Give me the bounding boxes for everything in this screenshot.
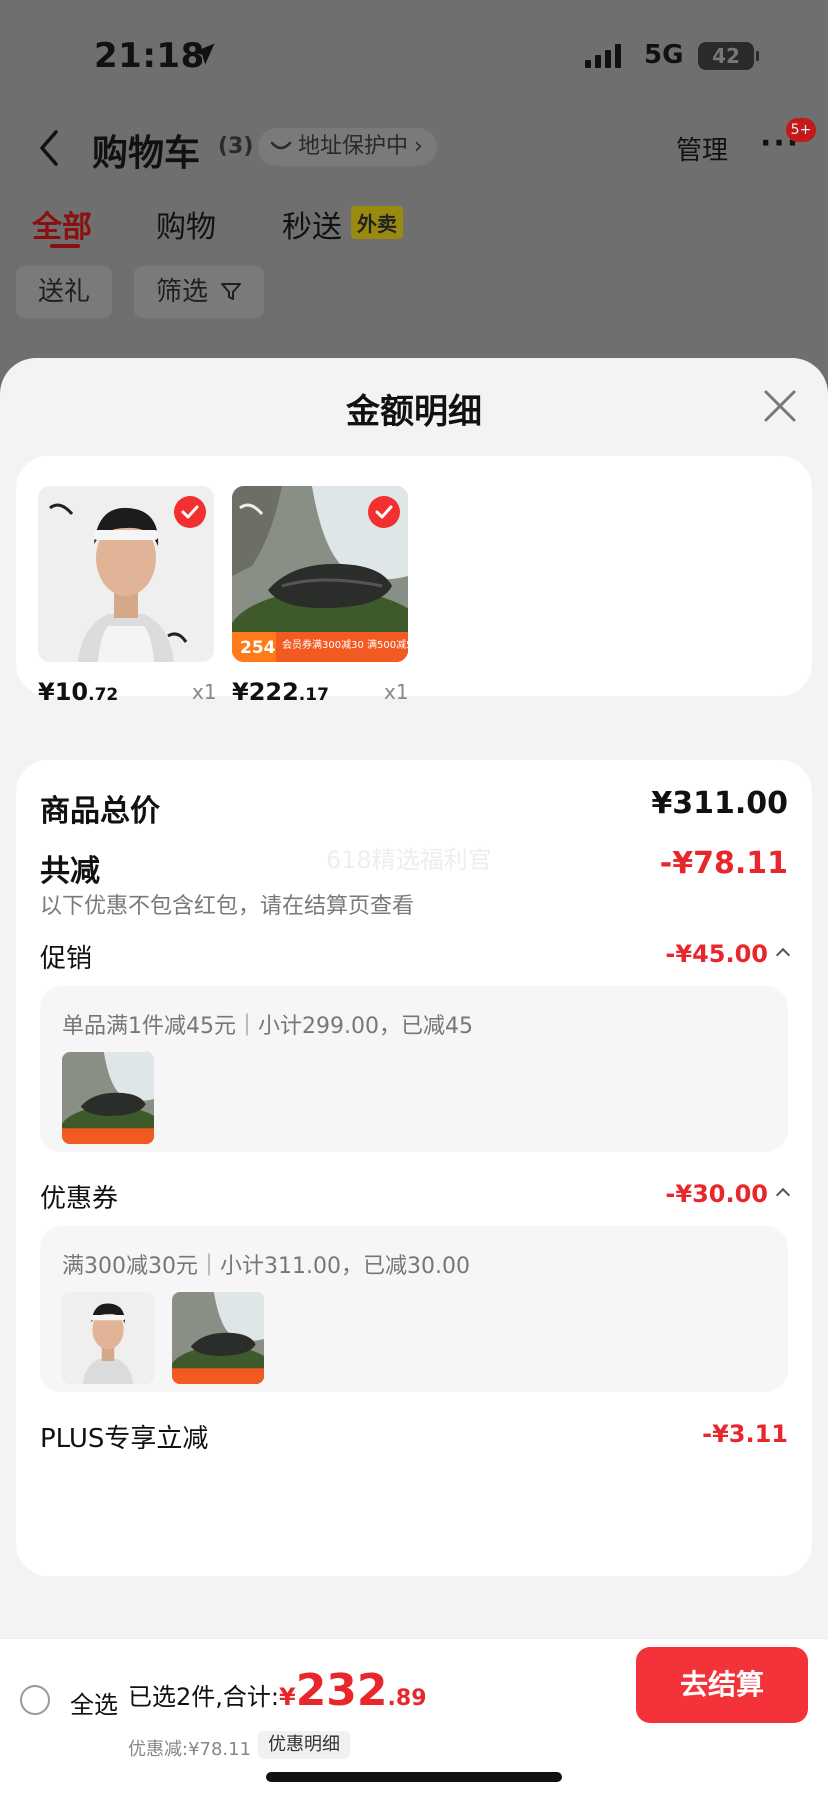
page-title: 购物车 — [92, 133, 201, 174]
plus-discount-value: -¥3.11 — [702, 1420, 788, 1448]
checkout-bar: 全选 已选2件,合计:¥232.89 优惠减:¥78.11 优惠明细 去结算 — [0, 1638, 828, 1795]
total-price-label: 商品总价 — [40, 794, 160, 829]
address-protection-label: 地址保护中 — [298, 134, 409, 159]
active-tab-indicator — [50, 244, 80, 248]
selected-check-icon — [368, 496, 400, 528]
filter-label: 筛选 — [156, 277, 209, 307]
watermark-text: 618精选福利官 — [326, 846, 492, 874]
cart-page-background: 21:18 5G 42 购物车 (3) 地址保护中 › 管理 ··· 5+ 全部… — [0, 0, 828, 380]
coupon-description: 满300减30元｜小计311.00，已减30.00 — [62, 1254, 470, 1279]
promotion-detail-box: 单品满1件减45元｜小计299.00，已减45 — [40, 986, 788, 1152]
promo-text: 会员券满300减30 满500减50 — [282, 640, 408, 651]
coupon-label: 优惠券 — [40, 1184, 119, 1214]
shoe-product-image[interactable]: 254 会员券满300减30 满500减50 — [232, 486, 408, 662]
cart-header: 购物车 (3) 地址保护中 › 管理 ··· 5+ — [0, 118, 828, 178]
funnel-icon — [221, 283, 242, 300]
promotion-description: 单品满1件减45元｜小计299.00，已减45 — [62, 1014, 473, 1039]
selected-items-card: ¥10.72 x1 254 会员券满300减30 满500减50 ¥222.17… — [16, 456, 812, 706]
home-indicator — [266, 1772, 562, 1782]
coupon-value: -¥30.00 — [665, 1180, 768, 1208]
smile-icon — [270, 141, 292, 150]
selected-check-icon — [174, 496, 206, 528]
status-bar: 21:18 5G 42 — [0, 36, 828, 76]
chevron-up-icon — [775, 1187, 791, 1203]
notification-badge: 5+ — [786, 118, 816, 142]
price-breakdown-card: 618精选福利官 商品总价 ¥311.00 共减 -¥78.11 以下优惠不包含… — [16, 760, 812, 1576]
plus-discount-label: PLUS专享立减 — [40, 1424, 209, 1454]
cellular-signal-icon — [585, 44, 621, 68]
reduction-note: 以下优惠不包含红包，请在结算页查看 — [40, 894, 415, 919]
selection-summary: 已选2件,合计:¥232.89 — [128, 1665, 427, 1716]
shoe-thumbnail — [62, 1052, 154, 1144]
promo-price-tag: 254 — [240, 638, 276, 658]
select-all-label[interactable]: 全选 — [70, 1685, 118, 1720]
tab-shopping[interactable]: 购物 — [156, 202, 216, 246]
address-protection-chip[interactable]: 地址保护中 › — [258, 128, 437, 166]
saved-amount: 优惠减:¥78.11 — [128, 1739, 252, 1760]
reduction-label: 共减 — [40, 854, 100, 889]
location-arrow-icon — [190, 40, 218, 72]
back-icon[interactable] — [34, 128, 64, 168]
tab-all[interactable]: 全部 — [32, 202, 92, 246]
promotion-label: 促销 — [40, 944, 93, 974]
cart-tabs: 全部 购物 秒送 外卖 — [0, 200, 828, 250]
manage-button[interactable]: 管理 — [676, 130, 728, 167]
summary-prefix: 已选2件,合计: — [128, 1683, 279, 1711]
discount-detail-button[interactable]: 优惠明细 — [258, 1731, 350, 1759]
filter-chip[interactable]: 筛选 — [134, 266, 265, 318]
promotion-value: -¥45.00 — [665, 940, 768, 968]
network-type: 5G — [644, 40, 684, 70]
checkout-button[interactable]: 去结算 — [636, 1647, 808, 1723]
chevron-up-icon — [775, 947, 791, 963]
select-all-radio[interactable] — [20, 1685, 50, 1715]
takeout-tag: 外卖 — [351, 206, 403, 239]
headband-thumbnail — [62, 1292, 154, 1384]
headband-product-image[interactable] — [38, 486, 214, 662]
item-price: ¥222.17 — [232, 678, 329, 706]
cart-count: (3) — [218, 134, 254, 159]
item-price: ¥10.72 — [38, 678, 119, 706]
gift-filter-chip[interactable]: 送礼 — [16, 266, 113, 318]
close-icon[interactable] — [762, 388, 798, 424]
battery-icon: 42 — [698, 42, 759, 70]
item-quantity: x1 — [384, 680, 409, 704]
sheet-title: 金额明细 — [346, 392, 482, 432]
total-price-value: ¥311.00 — [651, 786, 788, 821]
chevron-right-icon: › — [414, 134, 423, 159]
item-quantity: x1 — [192, 680, 217, 704]
promotion-toggle[interactable]: -¥45.00 — [665, 940, 791, 968]
tab-express[interactable]: 秒送 — [282, 202, 342, 246]
amount-detail-sheet: 金额明细 ¥10.72 x1 254 会员券满300减30 满500减50 ¥2… — [0, 358, 828, 1638]
reduction-value: -¥78.11 — [659, 846, 788, 881]
shoe-thumbnail — [172, 1292, 264, 1384]
total-amount: ¥232.89 — [278, 1665, 427, 1716]
coupon-detail-box: 满300减30元｜小计311.00，已减30.00 — [40, 1226, 788, 1392]
coupon-toggle[interactable]: -¥30.00 — [665, 1180, 791, 1208]
status-time: 21:18 — [94, 36, 205, 76]
